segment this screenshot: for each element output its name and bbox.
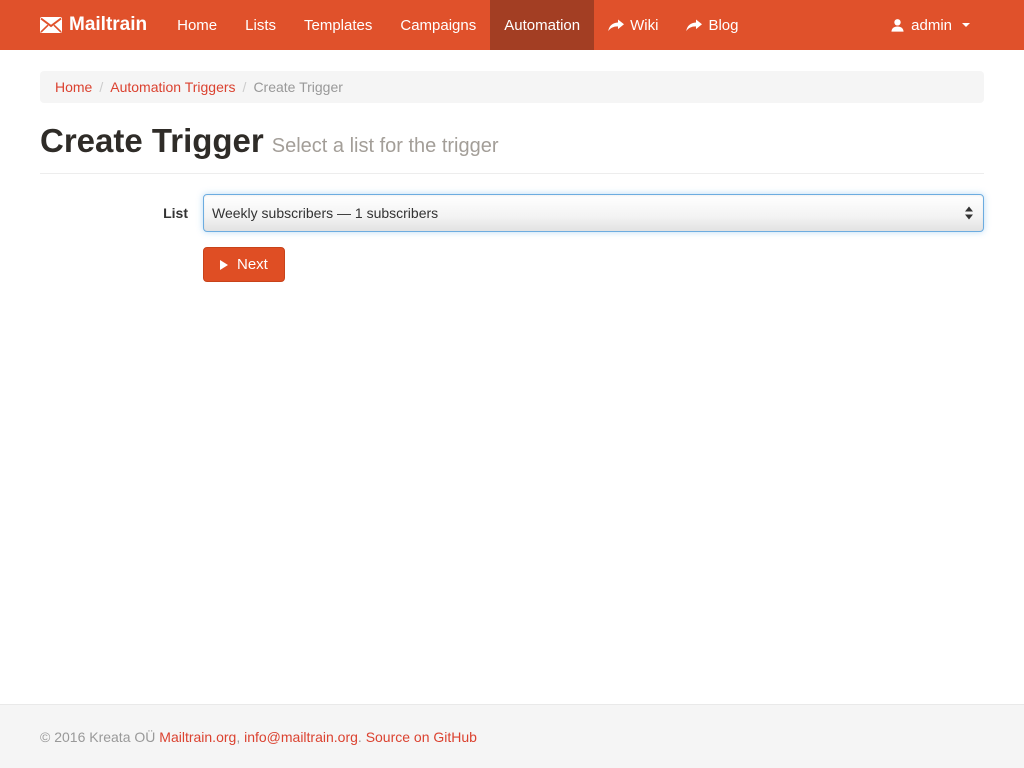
breadcrumb-current: Create Trigger (253, 79, 342, 95)
page-title: Create Trigger (40, 122, 264, 159)
envelope-icon (40, 17, 62, 33)
caret-down-icon (962, 23, 970, 27)
nav-item-blog[interactable]: Blog (672, 0, 752, 50)
list-label: List (40, 194, 203, 221)
top-navbar: Mailtrain Home Lists Templates Campaigns… (0, 0, 1024, 50)
nav-item-home[interactable]: Home (163, 0, 231, 50)
main-content: Home / Automation Triggers / Create Trig… (0, 50, 1024, 704)
breadcrumb-separator: / (92, 79, 110, 95)
nav-item-templates[interactable]: Templates (290, 0, 386, 50)
create-trigger-form: List Weekly subscribers — 1 subscribers … (40, 194, 984, 282)
breadcrumb: Home / Automation Triggers / Create Trig… (40, 71, 984, 103)
list-select[interactable]: Weekly subscribers — 1 subscribers (203, 194, 984, 232)
footer-separator: , (236, 729, 240, 745)
footer-link-source-github[interactable]: Source on GitHub (366, 729, 477, 745)
nav-item-label: Blog (708, 17, 738, 34)
footer: © 2016 Kreata OÜ Mailtrain.org, info@mai… (0, 704, 1024, 768)
nav-item-wiki[interactable]: Wiki (594, 0, 672, 50)
footer-separator: . (358, 729, 362, 745)
share-arrow-icon (608, 19, 624, 32)
breadcrumb-home[interactable]: Home (55, 79, 92, 95)
brand-link[interactable]: Mailtrain (40, 0, 147, 50)
breadcrumb-separator: / (236, 79, 254, 95)
nav-menu: Home Lists Templates Campaigns Automatio… (163, 0, 752, 50)
play-icon (220, 260, 228, 270)
page-subtitle: Select a list for the trigger (272, 135, 499, 157)
user-menu[interactable]: admin (876, 0, 984, 50)
nav-item-automation[interactable]: Automation (490, 0, 594, 50)
page-header: Create Trigger Select a list for the trig… (40, 123, 984, 174)
footer-link-email[interactable]: info@mailtrain.org (244, 729, 358, 745)
breadcrumb-automation-triggers[interactable]: Automation Triggers (110, 79, 235, 95)
footer-link-mailtrain-org[interactable]: Mailtrain.org (159, 729, 236, 745)
next-button[interactable]: Next (203, 247, 285, 282)
user-icon (890, 18, 905, 33)
copyright-text: © 2016 Kreata OÜ (40, 729, 155, 745)
nav-item-campaigns[interactable]: Campaigns (386, 0, 490, 50)
nav-item-label: Wiki (630, 17, 658, 34)
nav-item-lists[interactable]: Lists (231, 0, 290, 50)
user-label: admin (911, 17, 952, 34)
next-button-label: Next (237, 256, 268, 273)
brand-label: Mailtrain (69, 14, 147, 36)
share-arrow-icon (686, 19, 702, 32)
